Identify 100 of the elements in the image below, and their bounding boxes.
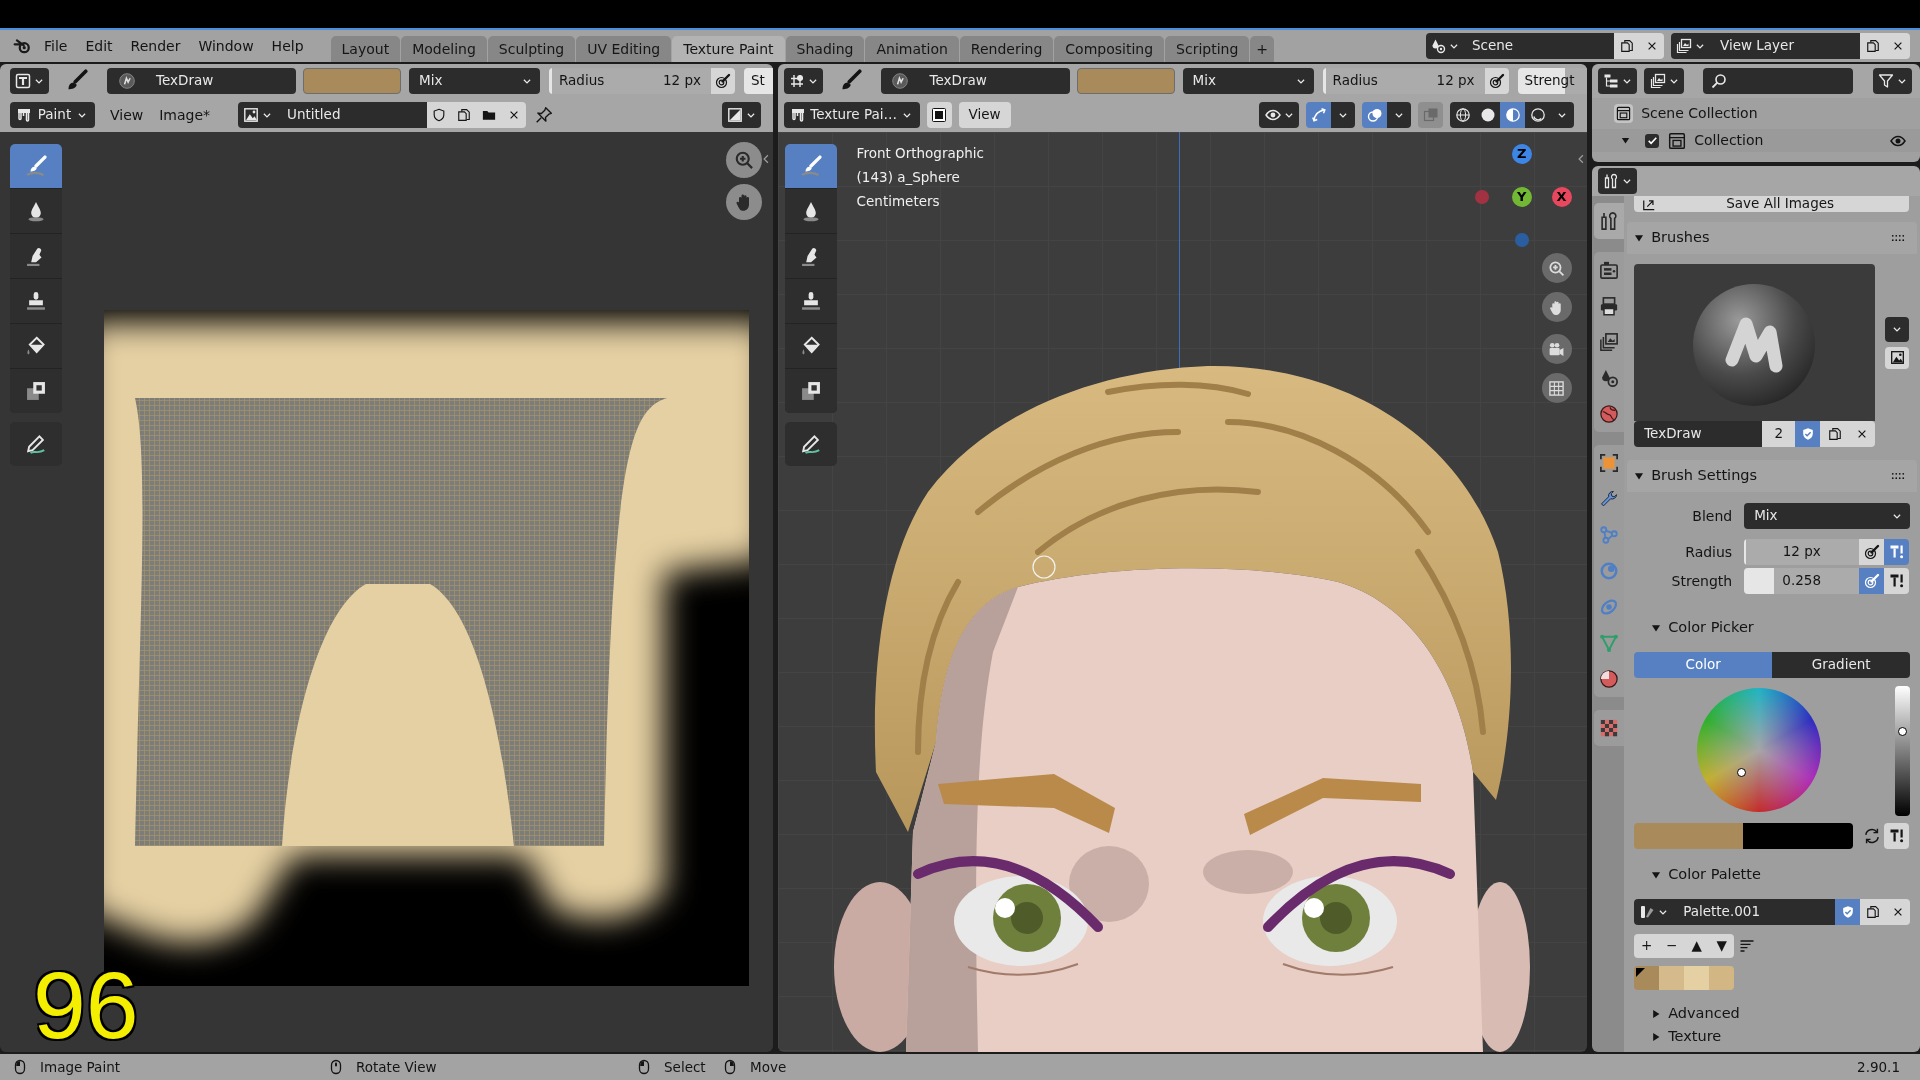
tool-button[interactable] xyxy=(10,324,62,368)
strength-slider[interactable]: 0.258 xyxy=(1744,568,1860,594)
palette-button[interactable]: − xyxy=(1659,934,1685,958)
dropdown-button[interactable] xyxy=(1550,102,1575,128)
blend-dropdown[interactable]: Mix xyxy=(1182,68,1314,94)
strength-slider[interactable]: St xyxy=(744,68,773,94)
duplicate-button[interactable] xyxy=(1860,33,1885,59)
secondary-color-swatch[interactable] xyxy=(1743,823,1854,849)
panel-header[interactable]: Advanced xyxy=(1627,1002,1917,1026)
brush-browse-button[interactable] xyxy=(107,68,146,94)
workspace-tab[interactable]: Compositing xyxy=(1054,36,1165,62)
tool-button[interactable] xyxy=(784,324,837,368)
overlays-toggle[interactable] xyxy=(1362,102,1388,128)
duplicate-button[interactable] xyxy=(1614,33,1639,59)
workspace-tab[interactable]: Animation xyxy=(865,36,959,62)
tool-button[interactable] xyxy=(784,234,837,278)
display-channels-dropdown[interactable] xyxy=(721,102,761,128)
mode-dropdown[interactable]: Texture Pai… xyxy=(783,102,920,128)
axis-handle[interactable]: Y xyxy=(1511,187,1532,207)
shading-button[interactable] xyxy=(1500,102,1526,128)
palette-swatch[interactable] xyxy=(1709,966,1735,990)
user-count-field[interactable]: 2 xyxy=(1762,421,1796,447)
app-logo-icon[interactable] xyxy=(13,37,31,55)
axis-handle[interactable] xyxy=(1514,233,1529,247)
radius-slider[interactable]: 12 px xyxy=(1744,539,1860,565)
sort-icon[interactable] xyxy=(1739,938,1756,954)
brush-name-field[interactable]: TexDraw xyxy=(919,68,1070,94)
menu-item[interactable]: Window xyxy=(189,34,263,58)
tool-button[interactable] xyxy=(784,422,837,466)
unified-toggle[interactable] xyxy=(1884,568,1910,594)
workspace-tab[interactable]: Sculpting xyxy=(487,36,576,62)
workspace-tab[interactable]: Texture Paint xyxy=(672,36,785,62)
menu-item[interactable]: View xyxy=(958,102,1011,128)
fake-user-button[interactable] xyxy=(427,102,452,128)
panel-header[interactable]: Brush Settings xyxy=(1627,460,1917,492)
tool-button[interactable] xyxy=(10,189,62,233)
panel-header[interactable]: Brushes xyxy=(1627,222,1917,254)
radius-slider[interactable]: Radius 12 px xyxy=(549,68,711,94)
value-slider[interactable] xyxy=(1895,686,1911,816)
menu-item[interactable]: Edit xyxy=(76,34,122,58)
brush-browse-button[interactable] xyxy=(880,68,920,94)
gizmo-toggle[interactable] xyxy=(1306,102,1332,128)
dropdown-button[interactable] xyxy=(1387,102,1412,128)
panel-header[interactable]: Color Palette xyxy=(1627,863,1917,887)
pen-pressure-button[interactable] xyxy=(711,68,735,94)
shading-button[interactable] xyxy=(1475,102,1501,128)
tool-tab[interactable] xyxy=(1594,203,1625,239)
tool-button[interactable] xyxy=(784,144,837,188)
swap-arrows-icon[interactable] xyxy=(1863,827,1882,845)
workspace-tab[interactable]: Modeling xyxy=(401,36,487,62)
palette-browse-button[interactable] xyxy=(1634,899,1674,925)
menu-item[interactable]: Image* xyxy=(151,102,219,128)
image-browse-button[interactable] xyxy=(238,102,278,128)
scene-name-field[interactable]: Scene xyxy=(1462,33,1614,59)
menu-item[interactable]: Help xyxy=(262,34,313,58)
pin-icon[interactable] xyxy=(535,106,554,124)
ortho-toggle-button[interactable] xyxy=(1541,373,1572,403)
display-mode-dropdown[interactable] xyxy=(1644,68,1685,94)
tool-button[interactable] xyxy=(10,279,62,323)
mode-tab[interactable]: Color xyxy=(1634,652,1773,678)
checkbox[interactable] xyxy=(1645,133,1660,148)
duplicate-button[interactable] xyxy=(1860,899,1886,925)
zoom-button[interactable] xyxy=(726,142,762,178)
workspace-tab[interactable]: Layout xyxy=(330,36,401,62)
editor-type-dropdown[interactable] xyxy=(783,68,823,94)
face-mask-button[interactable] xyxy=(926,102,952,128)
scene-browse-button[interactable] xyxy=(1426,33,1462,59)
view-layer-browse-button[interactable] xyxy=(1671,33,1710,59)
color-wheel-cursor[interactable] xyxy=(1736,768,1746,778)
image-name-field[interactable]: Untitled xyxy=(277,102,428,128)
strength-slider[interactable]: Strengt xyxy=(1517,68,1588,94)
blend-dropdown[interactable]: Mix xyxy=(409,68,540,94)
palette-button[interactable]: ▲ xyxy=(1684,934,1710,958)
brush-name-field[interactable]: TexDraw xyxy=(146,68,296,94)
axis-handle[interactable] xyxy=(1474,190,1489,204)
editor-type-dropdown[interactable] xyxy=(1598,68,1638,94)
workspace-tab[interactable]: UV Editing xyxy=(576,36,672,62)
unified-toggle[interactable] xyxy=(1884,539,1910,565)
xray-toggle[interactable] xyxy=(1418,102,1444,128)
shading-button[interactable] xyxy=(1525,102,1551,128)
tool-button[interactable] xyxy=(10,369,62,413)
pan-button[interactable] xyxy=(1541,292,1572,322)
brush-color-swatch[interactable] xyxy=(303,68,401,94)
zoom-button[interactable] xyxy=(1541,253,1572,283)
fake-user-button[interactable] xyxy=(1835,899,1861,925)
menu-item[interactable]: View xyxy=(102,102,152,128)
duplicate-button[interactable] xyxy=(1820,421,1850,447)
disclosure-triangle-icon[interactable] xyxy=(1621,136,1631,145)
palette-swatch[interactable] xyxy=(1659,966,1685,990)
pen-pressure-button[interactable] xyxy=(1484,68,1509,94)
brush-name-field[interactable]: TexDraw xyxy=(1634,421,1763,447)
unified-toggle[interactable] xyxy=(1884,823,1910,849)
camera-view-button[interactable] xyxy=(1541,334,1572,364)
value-handle[interactable] xyxy=(1898,727,1908,737)
workspace-tab[interactable]: Rendering xyxy=(959,36,1054,62)
search-field[interactable] xyxy=(1703,68,1854,94)
view-layer-name-field[interactable]: View Layer xyxy=(1710,33,1860,59)
blend-dropdown[interactable]: Mix xyxy=(1744,503,1911,529)
menu-item[interactable]: Render xyxy=(121,34,190,58)
outliner-row[interactable]: Scene Collection xyxy=(1592,102,1920,125)
